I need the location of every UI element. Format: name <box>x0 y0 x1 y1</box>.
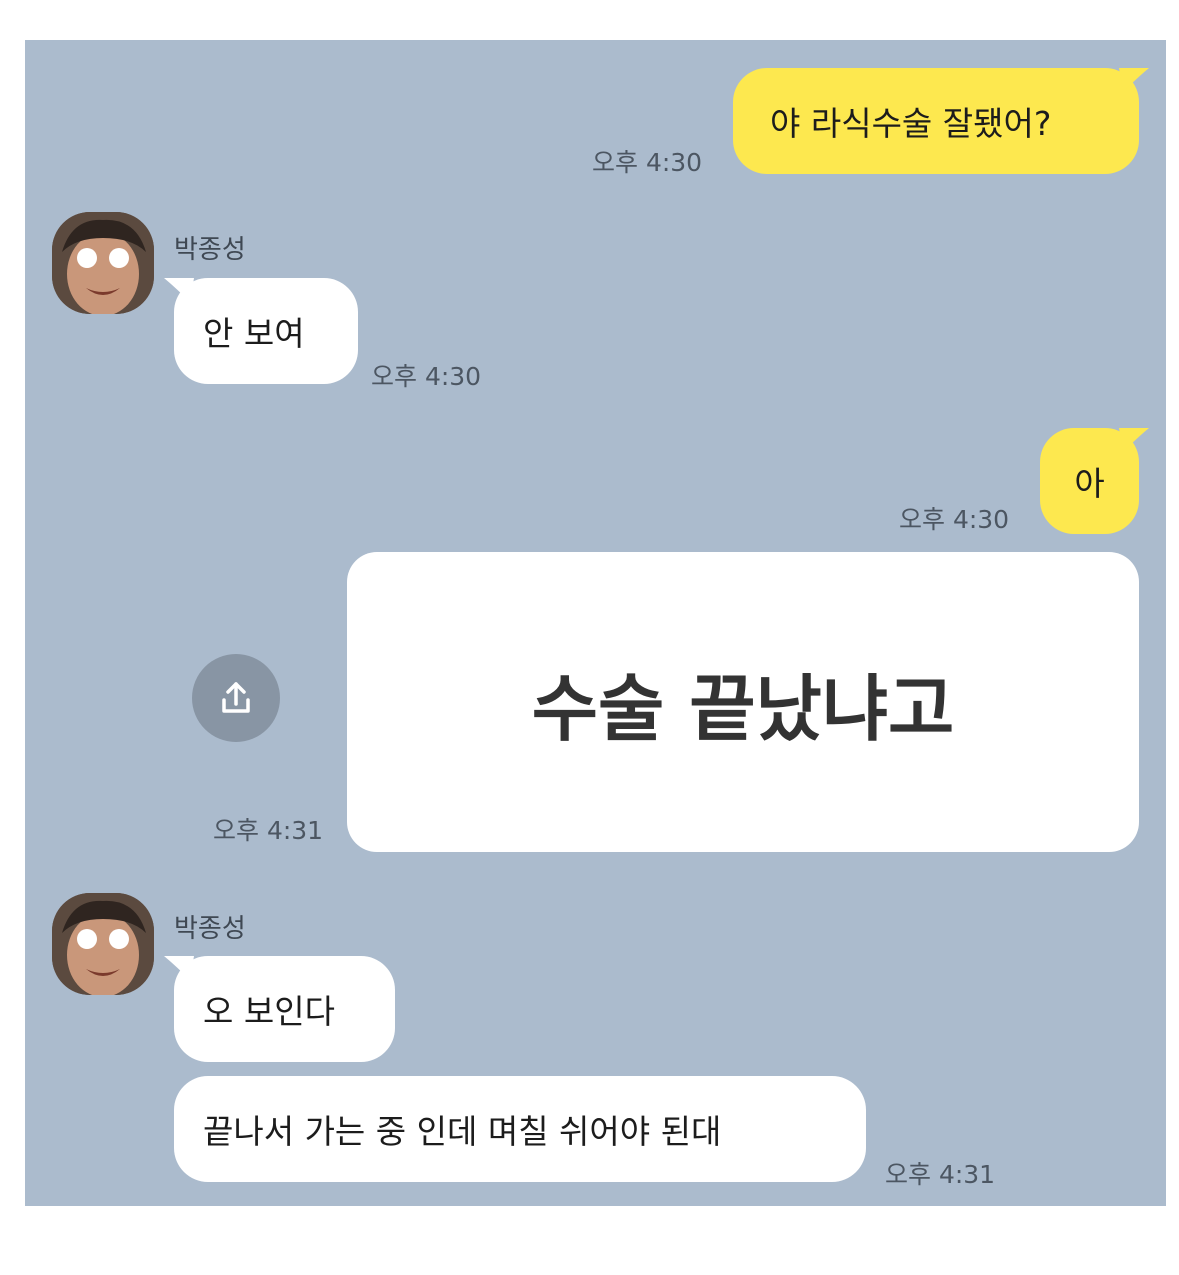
chat-area: 야 라식수술 잘됐어? 오후 4:30 박종성 안 보여 오후 4:30 아 오… <box>25 40 1166 1206</box>
bubble-tail <box>1119 68 1149 92</box>
message-time: 오후 4:31 <box>213 816 324 845</box>
message-text: 오 보인다 <box>203 992 335 1031</box>
message-time: 오후 4:30 <box>592 148 703 177</box>
message-text: 아 <box>1074 464 1105 503</box>
bubble-tail <box>164 278 194 302</box>
bubble-tail <box>164 956 194 980</box>
message-text: 야 라식수술 잘됐어? <box>770 104 1052 143</box>
message-time: 오후 4:30 <box>371 362 482 391</box>
large-message-bubble[interactable]: 수술 끝났냐고 <box>347 552 1139 852</box>
friend-message-bubble[interactable]: 안 보여 <box>174 278 358 384</box>
share-icon <box>222 682 250 713</box>
sender-name: 박종성 <box>174 235 246 265</box>
sender-name: 박종성 <box>174 914 246 944</box>
avatar-image <box>52 893 154 995</box>
message-time: 오후 4:31 <box>885 1160 996 1189</box>
message-text: 안 보여 <box>203 314 305 353</box>
message-text: 끝나서 가는 중 인데 며칠 쉬어야 된대 <box>203 1112 722 1151</box>
my-message-bubble[interactable]: 야 라식수술 잘됐어? <box>733 68 1139 174</box>
friend-message-bubble[interactable]: 끝나서 가는 중 인데 며칠 쉬어야 된대 <box>174 1076 866 1182</box>
friend-avatar[interactable] <box>52 212 154 314</box>
share-button[interactable] <box>192 654 280 742</box>
bubble-tail <box>1119 428 1149 452</box>
friend-message-bubble[interactable]: 오 보인다 <box>174 956 395 1062</box>
friend-avatar[interactable] <box>52 893 154 995</box>
message-text: 수술 끝났냐고 <box>531 666 955 751</box>
avatar-image <box>52 212 154 314</box>
message-time: 오후 4:30 <box>899 505 1010 534</box>
